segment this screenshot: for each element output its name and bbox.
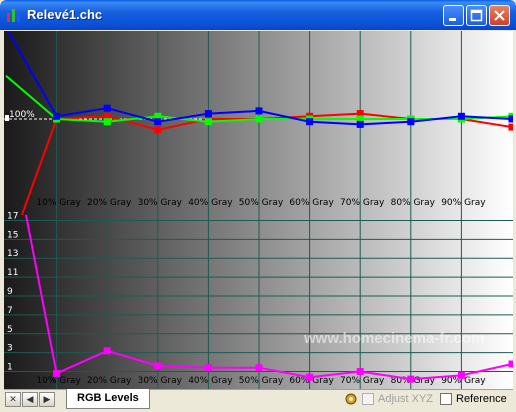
x-tick-label: 50% Gray xyxy=(239,198,284,208)
x-tick-label: 40% Gray xyxy=(188,376,233,386)
reference-label: 100% xyxy=(9,110,35,120)
y-tick-label: 5 xyxy=(7,325,13,335)
minimize-button[interactable] xyxy=(443,5,464,26)
top-x-axis-labels: 10% Gray 20% Gray 30% Gray 40% Gray 50% Gray… xyxy=(36,198,486,208)
maximize-button[interactable] xyxy=(466,5,487,26)
magenta-series-point xyxy=(356,368,364,376)
x-tick-label: 70% Gray xyxy=(340,198,385,208)
tab-close-icon: ✕ xyxy=(9,394,17,404)
blue-series-point xyxy=(53,112,61,120)
y-tick-label: 11 xyxy=(7,268,18,278)
close-icon xyxy=(494,10,505,21)
window-title: Relevé1.chc xyxy=(27,7,103,22)
magenta-series-point xyxy=(53,369,61,377)
adjust-xyz-label: Adjust XYZ xyxy=(378,393,434,405)
blue-series-point xyxy=(457,112,465,120)
y-tick-label: 3 xyxy=(7,344,13,354)
reference-marker xyxy=(5,115,9,121)
bottom-x-axis-labels: 10% Gray 20% Gray 30% Gray 40% Gray 50% Gray… xyxy=(36,376,486,386)
green-series-point xyxy=(255,115,263,123)
y-tick-label: 15 xyxy=(7,230,18,240)
magenta-series-point xyxy=(457,371,465,379)
reference-checkbox[interactable] xyxy=(440,393,452,405)
watermark: www.homecinema-fr.com xyxy=(303,330,484,347)
y-tick-label: 13 xyxy=(7,249,18,259)
magenta-series-point xyxy=(154,362,162,370)
blue-series-point xyxy=(508,115,513,123)
y-tick-label: 7 xyxy=(7,306,13,316)
tab-close-button[interactable]: ✕ xyxy=(5,392,21,407)
title-bar[interactable]: Relevé1.chc xyxy=(0,0,516,30)
x-tick-label: 10% Gray xyxy=(36,376,81,386)
blue-series-point xyxy=(255,107,263,115)
tab-label: RGB Levels xyxy=(77,392,139,404)
x-tick-label: 90% Gray xyxy=(441,198,486,208)
green-series-point xyxy=(103,118,111,126)
x-tick-label: 80% Gray xyxy=(391,198,436,208)
x-tick-label: 30% Gray xyxy=(138,376,183,386)
blue-series-point xyxy=(154,118,162,126)
blue-series-point xyxy=(306,118,314,126)
rgb-levels-chart: www.homecinema-fr.com 10% Gray 20% Gray 30… xyxy=(4,31,513,389)
x-tick-label: 30% Gray xyxy=(138,198,183,208)
x-tick-label: 20% Gray xyxy=(87,376,132,386)
magenta-series-point xyxy=(407,375,415,383)
magenta-series-point xyxy=(255,364,263,372)
magenta-series-point xyxy=(103,347,111,355)
y-tick-label: 1 xyxy=(7,363,13,373)
maximize-icon xyxy=(470,9,483,22)
adjust-xyz-checkbox[interactable] xyxy=(362,393,374,405)
app-window: Relevé1.chc www.homecinema-fr.com 10% Gr… xyxy=(0,0,516,412)
blue-series-point xyxy=(356,120,364,128)
y-tick-label: 17 xyxy=(7,211,18,221)
tab-rgb-levels[interactable]: RGB Levels xyxy=(66,389,150,409)
minimize-icon xyxy=(449,18,456,21)
blue-series-point xyxy=(407,118,415,126)
blue-series-point xyxy=(204,110,212,118)
app-icon xyxy=(7,9,20,22)
x-tick-label: 10% Gray xyxy=(36,198,81,208)
magenta-series-point xyxy=(306,373,314,381)
blue-series-point xyxy=(103,104,111,112)
x-tick-label: 40% Gray xyxy=(188,198,233,208)
red-series-point xyxy=(154,126,162,134)
x-tick-label: 70% Gray xyxy=(340,376,385,386)
red-series-point xyxy=(508,123,513,131)
x-tick-label: 20% Gray xyxy=(87,198,132,208)
tab-prev-button[interactable]: ◀ xyxy=(22,392,38,407)
close-button[interactable] xyxy=(489,5,510,26)
magenta-series-point xyxy=(508,360,513,368)
tab-prev-icon: ◀ xyxy=(26,394,34,404)
x-tick-label: 60% Gray xyxy=(289,198,334,208)
tab-next-icon: ▶ xyxy=(43,394,51,404)
bottom-bar: ✕ ◀ ▶ RGB Levels Adjust XYZ Reference xyxy=(4,389,513,410)
settings-icon[interactable] xyxy=(344,392,358,406)
y-tick-label: 9 xyxy=(7,287,13,297)
tab-next-button[interactable]: ▶ xyxy=(39,392,55,407)
reference-checkbox-label: Reference xyxy=(456,393,507,405)
green-series-point xyxy=(204,118,212,126)
x-tick-label: 50% Gray xyxy=(239,376,284,386)
magenta-series-point xyxy=(204,364,212,372)
